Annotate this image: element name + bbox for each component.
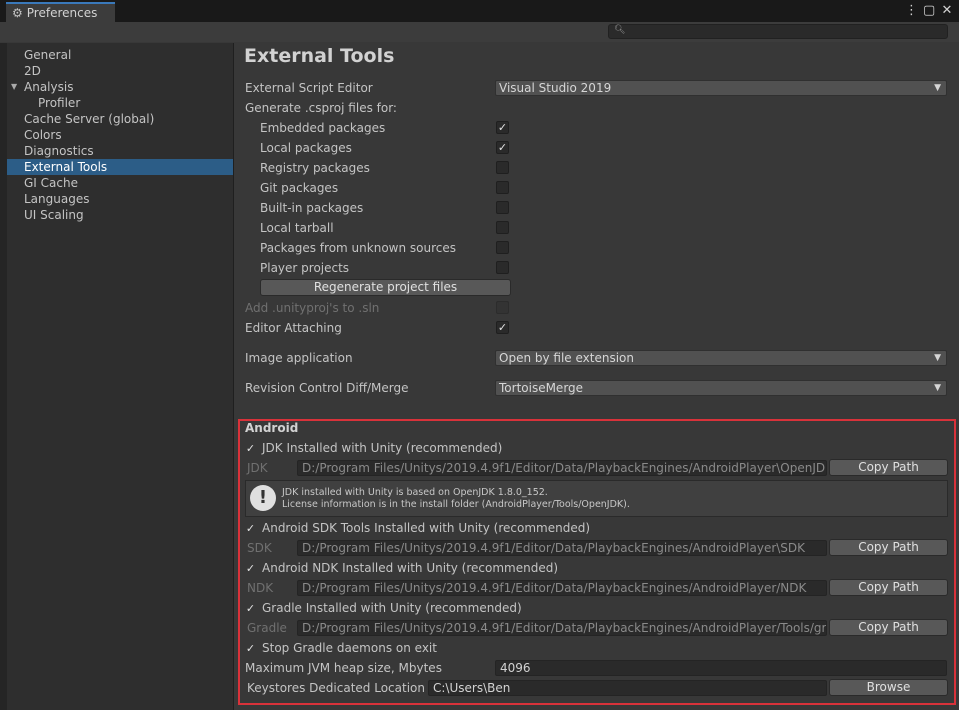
chevron-down-icon: ▼: [934, 353, 941, 363]
unknown-sources-checkbox[interactable]: [496, 241, 509, 254]
preferences-window: ⚙ Preferences ⋮ ▢ ✕ 🔍︎ General 2D ▼ Analy…: [0, 0, 959, 710]
ndk-label: NDK: [247, 581, 274, 595]
sidebar-item-external-tools[interactable]: External Tools: [7, 159, 233, 175]
left-edge: [0, 43, 7, 710]
regenerate-project-files-button[interactable]: Regenerate project files: [260, 279, 511, 296]
jvm-heap-label: Maximum JVM heap size, Mbytes: [245, 661, 442, 675]
add-unityproj-checkbox: [496, 301, 509, 314]
stop-gradle-label: Stop Gradle daemons on exit: [262, 641, 437, 655]
registry-packages-checkbox[interactable]: [496, 161, 509, 174]
page-title: External Tools: [244, 45, 395, 67]
search-icon: 🔍︎: [614, 25, 626, 35]
ndk-checkbox[interactable]: ✓: [245, 563, 256, 574]
script-editor-label: External Script Editor: [245, 81, 373, 95]
package-label: Player projects: [260, 261, 350, 275]
stop-gradle-checkbox[interactable]: ✓: [245, 643, 256, 654]
package-label: Built-in packages: [260, 201, 364, 215]
jdk-path-field[interactable]: D:/Program Files/Unitys/2019.4.9f1/Edito…: [297, 460, 827, 476]
ndk-copy-path-button[interactable]: Copy Path: [829, 579, 948, 596]
package-label: Registry packages: [260, 161, 370, 175]
ndk-path-field[interactable]: D:/Program Files/Unitys/2019.4.9f1/Edito…: [297, 580, 827, 596]
jdk-label: JDK: [247, 461, 268, 475]
gradle-copy-path-button[interactable]: Copy Path: [829, 619, 948, 636]
window-controls: ⋮ ▢ ✕: [905, 3, 953, 18]
info-line-1: JDK installed with Unity is based on Ope…: [282, 487, 548, 498]
sidebar-item-diagnostics[interactable]: Diagnostics: [7, 143, 233, 159]
image-application-label: Image application: [245, 351, 353, 365]
package-label: Local tarball: [260, 221, 334, 235]
sidebar-item-profiler[interactable]: Profiler: [7, 95, 233, 111]
jdk-copy-path-button[interactable]: Copy Path: [829, 459, 948, 476]
image-application-dropdown[interactable]: Open by file extension ▼: [495, 350, 947, 366]
title-bar: ⚙ Preferences ⋮ ▢ ✕: [0, 0, 959, 22]
embedded-packages-checkbox[interactable]: ✓: [496, 121, 509, 134]
keystores-path-field[interactable]: C:\Users\Ben: [428, 680, 827, 696]
editor-attaching-label: Editor Attaching: [245, 321, 342, 335]
gear-icon: ⚙: [12, 6, 23, 20]
sdk-checkbox[interactable]: ✓: [245, 523, 256, 534]
jdk-check-label: JDK Installed with Unity (recommended): [262, 441, 503, 455]
jdk-checkbox[interactable]: ✓: [245, 443, 256, 454]
revision-control-label: Revision Control Diff/Merge: [245, 381, 409, 395]
package-label: Packages from unknown sources: [260, 241, 456, 255]
jvm-heap-input[interactable]: 4096: [495, 660, 947, 676]
search-input[interactable]: 🔍︎: [608, 24, 948, 39]
tab-title: Preferences: [26, 6, 98, 20]
package-label: Local packages: [260, 141, 352, 155]
editor-attaching-checkbox[interactable]: ✓: [496, 321, 509, 334]
browse-button[interactable]: Browse: [829, 679, 948, 696]
sidebar-item-languages[interactable]: Languages: [7, 191, 233, 207]
script-editor-dropdown[interactable]: Visual Studio 2019 ▼: [495, 80, 947, 96]
gradle-path-field[interactable]: D:/Program Files/Unitys/2019.4.9f1/Edito…: [297, 620, 827, 636]
sidebar-item-analysis[interactable]: ▼ Analysis: [7, 79, 233, 95]
jdk-info-box: ! JDK installed with Unity is based on O…: [245, 480, 948, 517]
revision-control-dropdown[interactable]: TortoiseMerge ▼: [495, 380, 947, 396]
sidebar-item-2d[interactable]: 2D: [7, 63, 233, 79]
sidebar-item-gi-cache[interactable]: GI Cache: [7, 175, 233, 191]
gradle-label: Gradle: [247, 621, 287, 635]
ndk-check-label: Android NDK Installed with Unity (recomm…: [262, 561, 559, 575]
maximize-icon[interactable]: ▢: [923, 3, 935, 18]
generate-label: Generate .csproj files for:: [245, 101, 397, 115]
sidebar-item-ui-scaling[interactable]: UI Scaling: [7, 207, 233, 223]
package-label: Embedded packages: [260, 121, 386, 135]
sidebar: General 2D ▼ Analysis Profiler Cache Serv…: [7, 43, 234, 710]
sdk-path-field[interactable]: D:/Program Files/Unitys/2019.4.9f1/Edito…: [297, 540, 827, 556]
sdk-copy-path-button[interactable]: Copy Path: [829, 539, 948, 556]
expand-triangle-icon[interactable]: ▼: [11, 79, 17, 95]
sdk-label: SDK: [247, 541, 272, 555]
local-packages-checkbox[interactable]: ✓: [496, 141, 509, 154]
info-line-2: License information is in the install fo…: [282, 499, 630, 510]
gradle-checkbox[interactable]: ✓: [245, 603, 256, 614]
settings-panel: External Tools External Script Editor Vi…: [236, 43, 959, 710]
warning-icon: !: [250, 485, 276, 511]
sdk-check-label: Android SDK Tools Installed with Unity (…: [262, 521, 591, 535]
preferences-tab[interactable]: ⚙ Preferences: [6, 2, 115, 22]
builtin-packages-checkbox[interactable]: [496, 201, 509, 214]
android-header: Android: [245, 421, 299, 435]
sidebar-item-cache-server[interactable]: Cache Server (global): [7, 111, 233, 127]
toolbar: 🔍︎: [0, 22, 959, 42]
gradle-check-label: Gradle Installed with Unity (recommended…: [262, 601, 522, 615]
sidebar-item-general[interactable]: General: [7, 47, 233, 63]
add-unityproj-label: Add .unityproj's to .sln: [245, 301, 380, 315]
package-label: Git packages: [260, 181, 339, 195]
player-projects-checkbox[interactable]: [496, 261, 509, 274]
keystores-label: Keystores Dedicated Location: [247, 681, 425, 695]
local-tarball-checkbox[interactable]: [496, 221, 509, 234]
chevron-down-icon: ▼: [934, 383, 941, 393]
sidebar-item-colors[interactable]: Colors: [7, 127, 233, 143]
close-icon[interactable]: ✕: [941, 3, 953, 18]
more-icon[interactable]: ⋮: [905, 3, 918, 18]
chevron-down-icon: ▼: [934, 83, 941, 93]
git-packages-checkbox[interactable]: [496, 181, 509, 194]
